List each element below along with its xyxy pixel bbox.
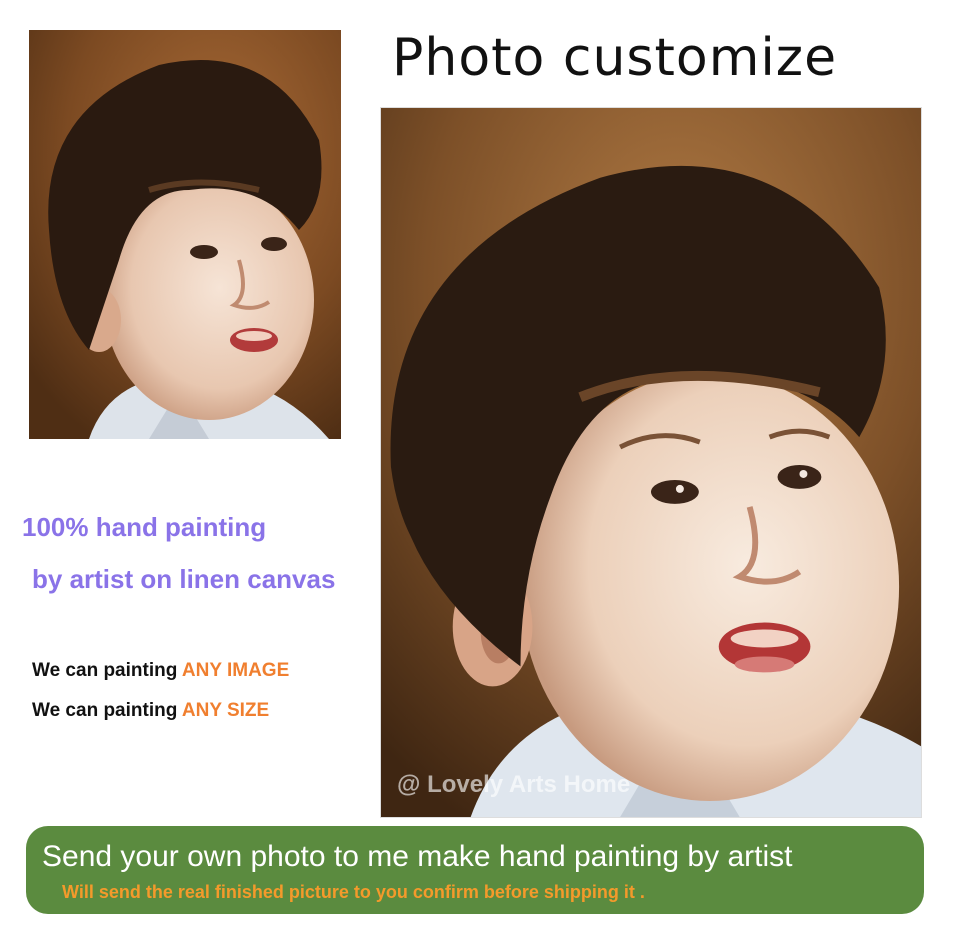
reference-photo (29, 30, 341, 439)
banner-subtext: Will send the real finished picture to y… (62, 882, 645, 902)
child-portrait-illustration (29, 30, 341, 439)
watermark-text: @ Lovely Arts Home (397, 771, 631, 798)
feature-prefix: We can painting (32, 660, 182, 681)
child-painting-illustration (381, 108, 921, 817)
call-to-action-banner: Send your own photo to me make hand pain… (26, 826, 924, 914)
feature-any-image: We can painting ANY IMAGE (32, 660, 289, 682)
page-title: Photo customize (392, 28, 838, 88)
feature-prefix: We can painting (32, 700, 182, 721)
linen-canvas-claim: by artist on linen canvas (32, 564, 336, 594)
feature-highlight: ANY IMAGE (181, 660, 290, 681)
painted-portrait: @ Lovely Arts Home (380, 107, 922, 818)
banner-headline: Send your own photo to me make hand pain… (42, 840, 793, 873)
feature-any-size: We can painting ANY SIZE (32, 700, 269, 722)
hand-painting-claim: 100% hand painting (22, 512, 267, 542)
feature-highlight: ANY SIZE (181, 700, 270, 721)
